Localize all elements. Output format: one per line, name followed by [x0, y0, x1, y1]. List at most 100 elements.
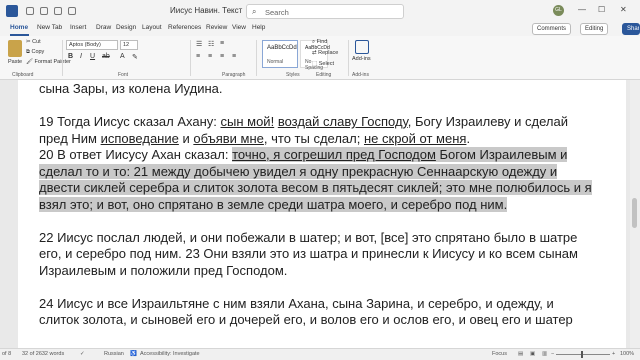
find-label: Find	[316, 39, 328, 45]
font-name-select[interactable]: Aptos (Body)	[66, 40, 118, 50]
search-placeholder: Search	[265, 8, 289, 17]
zoom-level[interactable]: 100%	[620, 351, 634, 357]
scrollbar-thumb[interactable]	[632, 198, 637, 228]
save-icon[interactable]	[40, 7, 48, 15]
print-layout-icon[interactable]: ▣	[530, 351, 535, 357]
tab-draw[interactable]: Draw	[96, 24, 111, 31]
bullets-button[interactable]: ☰	[196, 40, 202, 48]
text-line: 22 Иисус послал людей, и они побежали в …	[39, 229, 578, 245]
clipboard-group-label: Clipboard	[12, 72, 34, 78]
search-input[interactable]: ⌕ Search	[246, 4, 404, 19]
ribbon-tabs: Home New Tab Insert Draw Design Layout R…	[0, 22, 640, 36]
redo-icon[interactable]	[68, 7, 76, 15]
replace-label: Replace	[318, 50, 339, 56]
replace-button[interactable]: ⇄ Replace	[312, 50, 338, 56]
font-size-select[interactable]: 12	[120, 40, 138, 50]
document-body[interactable]: сына Зары, из колена Иудина. 19 Тогда Ии…	[39, 81, 624, 329]
tab-home[interactable]: Home	[10, 24, 28, 31]
tab-insert[interactable]: Insert	[70, 24, 86, 31]
addins-button[interactable]: Add-ins	[352, 56, 371, 62]
proofing-icon[interactable]: ✓	[80, 351, 85, 357]
zoom-in-button[interactable]: +	[612, 351, 615, 357]
text-line: пред Ним исповедание и объяви мне, что т…	[39, 131, 624, 148]
cut-button[interactable]: ✂ Cut	[26, 39, 41, 45]
highlight-button[interactable]: ✎	[132, 53, 138, 61]
accessibility-status[interactable]: Accessibility: Investigate	[140, 351, 200, 357]
tab-layout[interactable]: Layout	[142, 24, 162, 31]
web-layout-icon[interactable]: ▥	[542, 351, 547, 357]
selected-text: Богом Израилевым и	[435, 147, 568, 162]
page-count[interactable]: of 8	[2, 351, 11, 357]
underline-button[interactable]: U	[90, 53, 95, 60]
selected-text: сделал то и то: 21 между добычею увидел …	[39, 163, 558, 179]
cut-label: Cut	[32, 39, 41, 45]
style-normal[interactable]: AaBbCcDd Normal	[262, 40, 298, 68]
justify-button[interactable]: ≡	[232, 53, 236, 60]
strikethrough-button[interactable]: ab	[102, 53, 110, 60]
search-icon: ⌕	[252, 7, 257, 16]
editing-mode-button[interactable]: Editing	[580, 23, 609, 35]
underlined-phrase: сын мой!	[220, 114, 275, 129]
share-button[interactable]: Share	[622, 23, 640, 35]
align-center-button[interactable]: ≡	[208, 53, 212, 60]
text-line: двести сиклей серебра и слиток золота ве…	[39, 180, 624, 197]
italic-button[interactable]: I	[80, 53, 82, 60]
tab-review[interactable]: Review	[206, 24, 227, 31]
tab-view[interactable]: View	[232, 24, 246, 31]
tab-references[interactable]: References	[168, 24, 201, 31]
text-run: пред Ним	[39, 130, 101, 146]
vertical-scrollbar[interactable]	[630, 80, 640, 348]
text-line: взял это; и вот, оно спрятано в земле ср…	[39, 196, 624, 214]
separator	[348, 40, 349, 76]
addins-icon[interactable]	[355, 40, 369, 54]
maximize-button[interactable]: ☐	[598, 5, 605, 14]
minimize-button[interactable]: —	[578, 5, 586, 14]
underlined-phrase: не скрой от меня	[363, 130, 467, 146]
undo-icon[interactable]	[54, 7, 62, 15]
zoom-slider-thumb[interactable]	[581, 351, 583, 358]
word-count[interactable]: 32 of 2632 words	[22, 351, 64, 357]
tab-design[interactable]: Design	[116, 24, 136, 31]
zoom-slider[interactable]	[556, 354, 610, 355]
font-group-label: Font	[118, 72, 129, 78]
multilevel-list-button[interactable]: ≡	[220, 40, 224, 47]
text-line: слиток золота, и сыновей его и дочерей е…	[39, 312, 573, 327]
selected-underlined-phrase: точно, я согрешил пред Господом	[232, 147, 436, 162]
accessibility-icon: ♿	[130, 351, 137, 357]
text-run: .	[466, 130, 471, 146]
autosave-icon[interactable]	[26, 7, 34, 15]
align-right-button[interactable]: ≡	[220, 53, 224, 60]
numbering-button[interactable]: ☷	[208, 40, 214, 48]
document-page[interactable]: сына Зары, из колена Иудина. 19 Тогда Ии…	[18, 80, 626, 348]
focus-button[interactable]: Focus	[492, 351, 507, 357]
align-left-button[interactable]: ≡	[196, 53, 200, 60]
select-button[interactable]: ⬚ Select	[312, 61, 334, 67]
paste-icon[interactable]	[8, 40, 22, 57]
font-color-button[interactable]: A	[120, 53, 125, 60]
language-status[interactable]: Russian	[104, 351, 124, 357]
close-button[interactable]: ✕	[620, 5, 627, 14]
tab-help[interactable]: Help	[252, 24, 265, 31]
text-line: сделал то и то: 21 между добычею увидел …	[39, 163, 624, 181]
zoom-out-button[interactable]: −	[551, 351, 554, 357]
text-run: , Богу Израилеву и сделай	[407, 114, 568, 129]
format-painter-button[interactable]: 🖌 Format Painter	[26, 59, 71, 65]
paste-button[interactable]: Paste	[8, 59, 22, 65]
text-run: , что ты сделал;	[263, 130, 364, 146]
underlined-phrase: воздай славу Господу	[277, 114, 408, 129]
comments-button[interactable]: Comments	[532, 23, 572, 35]
tab-new-tab[interactable]: New Tab	[37, 24, 62, 31]
copy-button[interactable]: ⧉ Copy	[26, 49, 44, 56]
separator	[62, 40, 63, 76]
find-button[interactable]: ⌕ Find	[312, 39, 327, 46]
text-run: 19 Тогда Иисус сказал Ахану:	[39, 114, 221, 129]
style-name: Normal	[267, 59, 284, 65]
addins-group-label: Add-ins	[352, 72, 369, 78]
text-line: 20 В ответ Иисусу Ахан сказал: точно, я …	[39, 147, 624, 164]
avatar[interactable]: GL	[553, 5, 564, 16]
editing-group-label: Editing	[316, 72, 332, 78]
text-line: 24 Иисус и все Израильтяне с ним взяли А…	[39, 295, 554, 311]
bold-button[interactable]: B	[68, 53, 73, 60]
read-mode-icon[interactable]: ▤	[518, 351, 523, 357]
paragraph-19: 19 Тогда Иисус сказал Ахану: сын мой! во…	[39, 114, 624, 147]
